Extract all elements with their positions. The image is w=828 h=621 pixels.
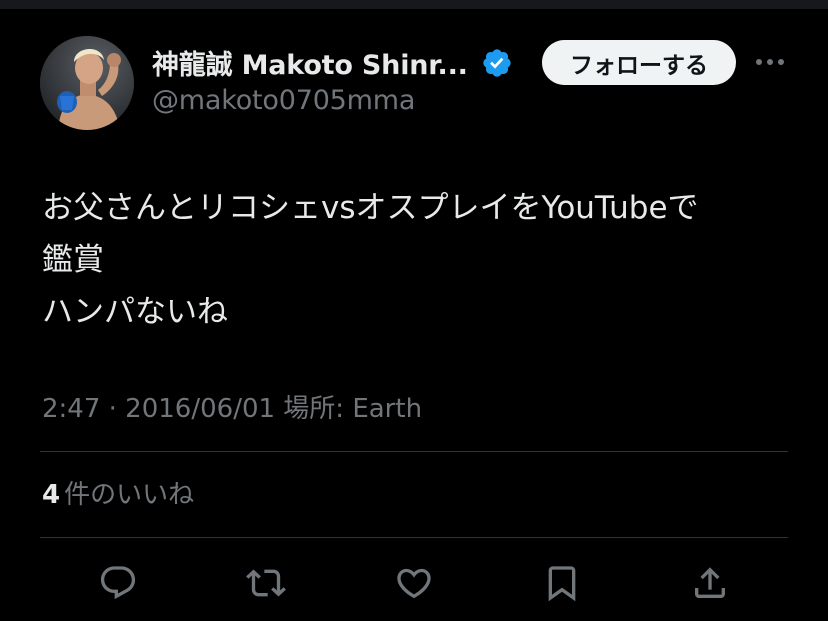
avatar-photo-icon xyxy=(40,36,134,130)
verified-badge-icon xyxy=(483,49,511,77)
share-button[interactable] xyxy=(684,557,736,609)
likes-label: 件のいいね xyxy=(64,480,195,510)
top-bar-strip xyxy=(0,0,828,9)
tweet-timestamp-location[interactable]: 2:47 · 2016/06/01 場所: Earth xyxy=(42,388,422,425)
author-handle[interactable]: @makoto0705mma xyxy=(152,85,415,116)
like-icon xyxy=(397,568,431,599)
reply-icon xyxy=(100,566,136,600)
author-display-name[interactable]: 神龍誠 Makoto Shinr... xyxy=(152,44,468,81)
bookmark-button[interactable] xyxy=(536,557,588,609)
divider xyxy=(40,451,788,452)
more-horizontal-icon[interactable] xyxy=(752,50,788,74)
tweet-text-line: お父さんとリコシェvsオスプレイをYouTubeで xyxy=(42,190,699,226)
retweet-button[interactable] xyxy=(240,557,292,609)
like-button[interactable] xyxy=(388,557,440,609)
tweet-text-line: ハンパないね xyxy=(42,294,228,330)
tweet-text: お父さんとリコシェvsオスプレイをYouTubeで 鑑賞 ハンパないね xyxy=(42,182,802,338)
avatar[interactable] xyxy=(40,36,134,130)
tweet-text-line: 鑑賞 xyxy=(42,242,104,278)
likes-count: 4 xyxy=(42,480,61,510)
likes-summary[interactable]: 4 件のいいね xyxy=(42,474,194,511)
share-icon xyxy=(695,567,725,598)
follow-button[interactable]: フォローする xyxy=(542,40,736,85)
tweet-action-bar xyxy=(0,557,828,609)
divider xyxy=(40,537,788,538)
reply-button[interactable] xyxy=(92,557,144,609)
retweet-icon xyxy=(246,569,286,597)
bookmark-icon xyxy=(548,566,576,602)
